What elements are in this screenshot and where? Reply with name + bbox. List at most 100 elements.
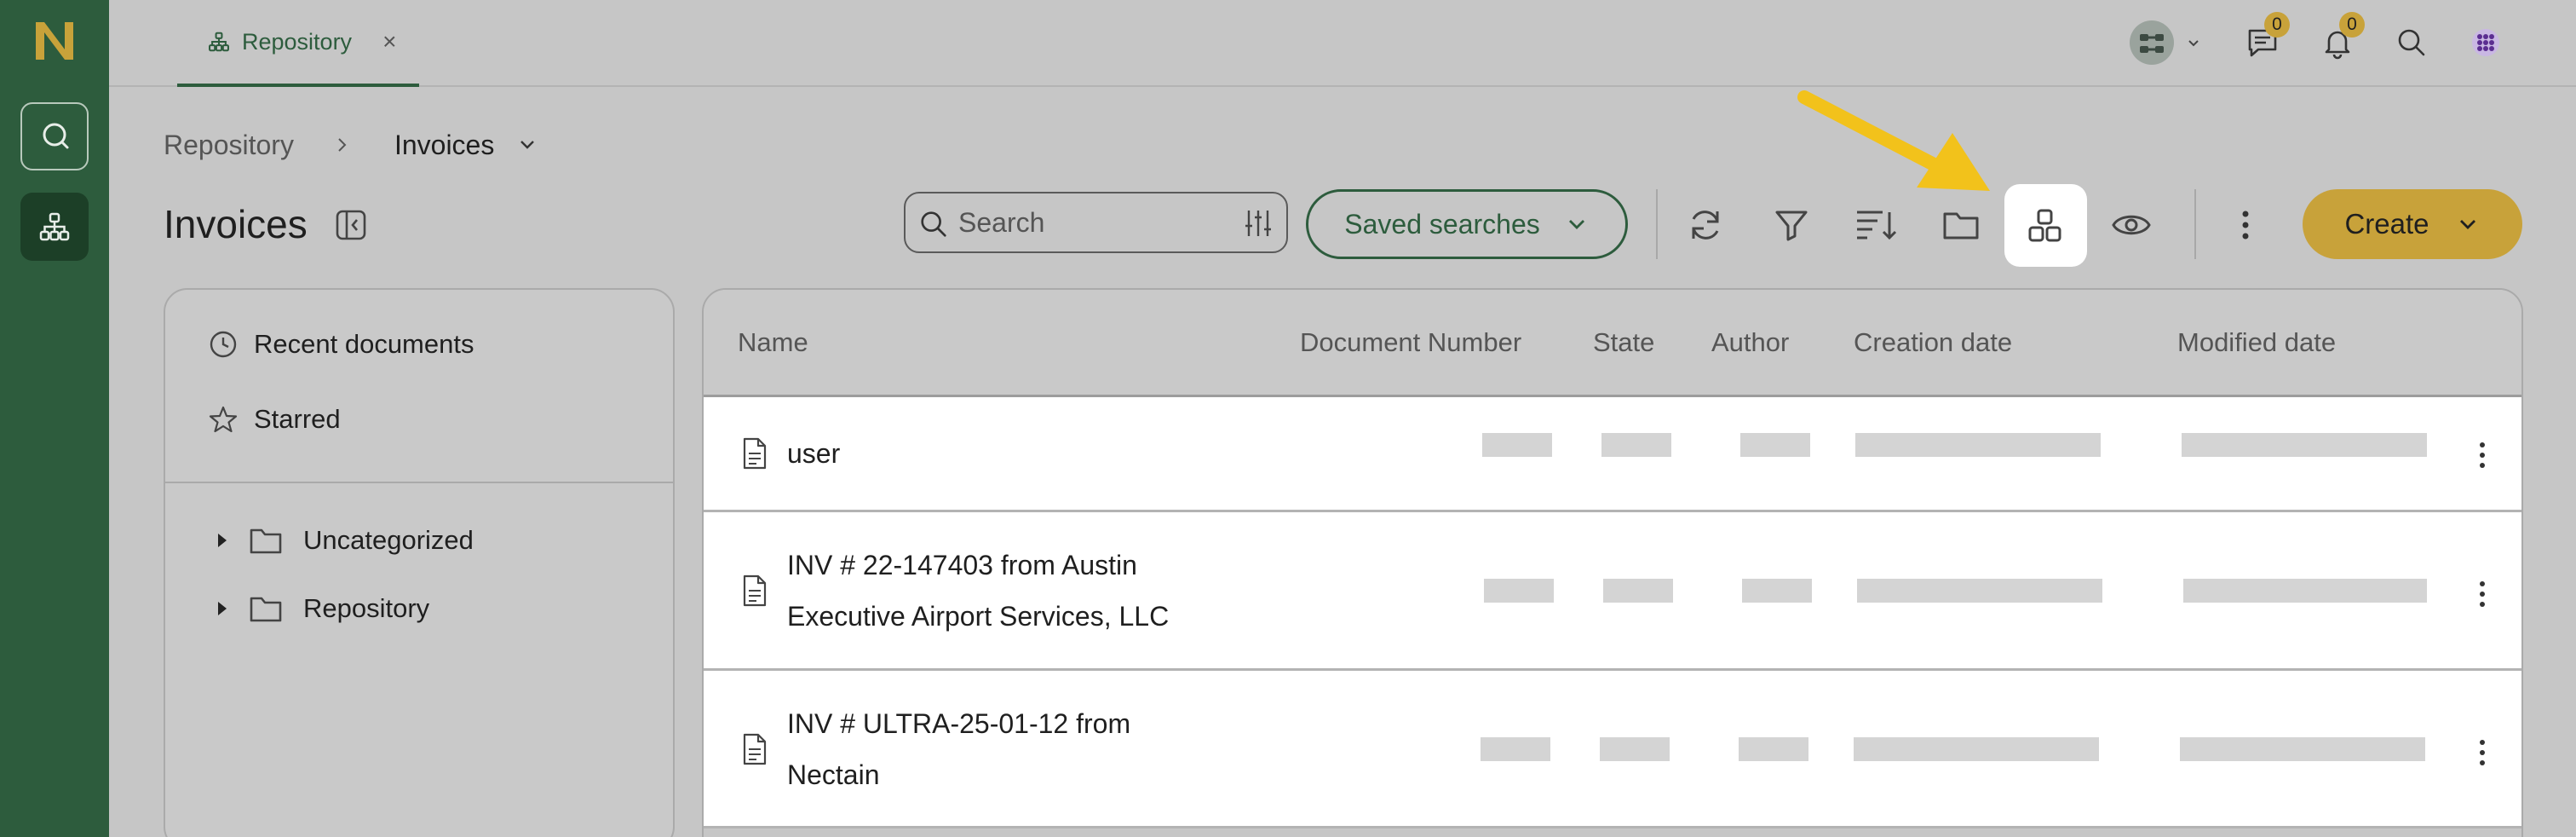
layout-button[interactable] bbox=[2004, 184, 2087, 267]
rail-repository-button[interactable] bbox=[20, 193, 89, 261]
navigation-panel: Recent documents Starred Uncategorized R… bbox=[164, 288, 675, 837]
star-icon bbox=[209, 406, 238, 433]
chevron-right-icon bbox=[338, 138, 347, 152]
table-row[interactable]: INV # 22-147403 from Austin Executive Ai… bbox=[704, 512, 2521, 671]
search-input[interactable]: Search bbox=[904, 192, 1288, 253]
preview-button[interactable] bbox=[2104, 198, 2159, 252]
filter-button[interactable] bbox=[1764, 198, 1819, 252]
column-header-document-number[interactable]: Document Number bbox=[1300, 327, 1521, 358]
loading-placeholder bbox=[2182, 433, 2427, 457]
more-actions-button[interactable] bbox=[2218, 198, 2273, 252]
tree-item-uncategorized[interactable]: Uncategorized bbox=[216, 525, 474, 556]
tree-item-label: Uncategorized bbox=[303, 525, 474, 555]
toolbar-divider bbox=[1656, 189, 1658, 259]
loading-placeholder bbox=[1600, 737, 1670, 761]
refresh-icon bbox=[1692, 211, 1719, 240]
loading-placeholder bbox=[1603, 579, 1673, 603]
app-logo[interactable] bbox=[31, 17, 78, 65]
table-row[interactable]: user bbox=[704, 397, 2521, 512]
table-header: Name Document Number State Author Creati… bbox=[704, 290, 2521, 397]
annotation-arrow bbox=[1797, 90, 1990, 191]
saved-searches-button[interactable]: Saved searches bbox=[1306, 189, 1628, 259]
search-placeholder: Search bbox=[958, 206, 1045, 238]
breadcrumb-root[interactable]: Repository bbox=[164, 130, 294, 161]
user-menu-button[interactable] bbox=[2129, 20, 2205, 65]
collapse-panel-icon[interactable] bbox=[334, 208, 368, 242]
close-icon[interactable]: × bbox=[382, 28, 396, 55]
chevron-down-icon[interactable] bbox=[516, 134, 538, 156]
column-header-name[interactable]: Name bbox=[738, 327, 808, 358]
folder-icon bbox=[1943, 212, 1979, 240]
loading-placeholder bbox=[1740, 433, 1810, 457]
avatar-icon bbox=[2130, 20, 2174, 65]
recent-documents-link[interactable]: Recent documents bbox=[208, 329, 474, 360]
loading-placeholder bbox=[1854, 737, 2099, 761]
breadcrumb-current[interactable]: Invoices bbox=[394, 130, 494, 161]
documents-table: Name Document Number State Author Creati… bbox=[702, 288, 2523, 837]
row-name-line-2[interactable]: Executive Airport Services, LLC bbox=[787, 591, 1169, 642]
row-name-line-1[interactable]: INV # ULTRA-25-01-12 from bbox=[787, 698, 1130, 749]
filter-icon bbox=[1775, 211, 1808, 241]
tree-item-label: Repository bbox=[303, 593, 430, 623]
loading-placeholder bbox=[1482, 433, 1552, 457]
refresh-button[interactable] bbox=[1678, 198, 1733, 252]
notifications-button[interactable]: 0 bbox=[2315, 12, 2365, 65]
starred-link[interactable]: Starred bbox=[208, 404, 341, 435]
search-icon bbox=[921, 211, 946, 237]
saved-searches-label: Saved searches bbox=[1344, 208, 1540, 240]
document-icon bbox=[743, 437, 767, 470]
more-vertical-icon[interactable] bbox=[2477, 737, 2487, 768]
breadcrumb: Repository Invoices bbox=[164, 128, 538, 162]
grid-dots-icon bbox=[2472, 29, 2499, 56]
column-header-creation-date[interactable]: Creation date bbox=[1854, 327, 2012, 358]
nav-rail bbox=[0, 0, 109, 837]
panel-divider bbox=[165, 482, 673, 483]
chevron-down-icon bbox=[2459, 220, 2475, 229]
loading-placeholder bbox=[1481, 737, 1550, 761]
chevron-down-icon bbox=[2188, 40, 2199, 47]
row-name-line-1[interactable]: INV # 22-147403 from Austin bbox=[787, 540, 1137, 591]
clock-icon bbox=[210, 331, 237, 358]
loading-placeholder bbox=[1739, 737, 1808, 761]
starred-label: Starred bbox=[254, 404, 341, 434]
messages-badge: 0 bbox=[2264, 12, 2290, 38]
loading-placeholder bbox=[1857, 579, 2102, 603]
caret-right-icon[interactable] bbox=[216, 600, 228, 617]
tree-item-repository[interactable]: Repository bbox=[216, 593, 429, 624]
messages-button[interactable]: 0 bbox=[2240, 12, 2290, 65]
sliders-icon[interactable] bbox=[1242, 207, 1274, 240]
apps-button[interactable] bbox=[2464, 20, 2508, 65]
folder-icon bbox=[250, 597, 282, 622]
table-row[interactable]: INV # ULTRA-25-01-12 from Nectain bbox=[704, 671, 2521, 828]
more-vertical-icon[interactable] bbox=[2477, 579, 2487, 609]
loading-placeholder bbox=[2183, 579, 2427, 603]
tab-label: Repository bbox=[242, 28, 353, 55]
tab-repository[interactable]: Repository × bbox=[177, 0, 419, 87]
loading-placeholder bbox=[1742, 579, 1812, 603]
folder-icon bbox=[250, 528, 282, 554]
document-icon bbox=[743, 733, 767, 765]
loading-placeholder bbox=[1855, 433, 2101, 457]
loading-placeholder bbox=[2180, 737, 2425, 761]
row-name[interactable]: user bbox=[787, 428, 840, 479]
create-button[interactable]: Create bbox=[2303, 189, 2522, 259]
rail-search-button[interactable] bbox=[20, 102, 89, 170]
row-name-line-2[interactable]: Nectain bbox=[787, 749, 880, 800]
top-bar: Repository × 0 0 bbox=[109, 0, 2576, 87]
column-header-modified-date[interactable]: Modified date bbox=[2177, 327, 2336, 358]
toolbar-divider bbox=[2194, 189, 2196, 259]
global-search-button[interactable] bbox=[2389, 20, 2434, 65]
column-header-author[interactable]: Author bbox=[1711, 327, 1789, 358]
hierarchy-icon bbox=[209, 32, 229, 52]
loading-placeholder bbox=[1601, 433, 1671, 457]
create-label: Create bbox=[2344, 208, 2429, 240]
caret-right-icon[interactable] bbox=[216, 532, 228, 549]
more-vertical-icon[interactable] bbox=[2477, 440, 2487, 470]
sort-button[interactable] bbox=[1849, 198, 1903, 252]
chevron-down-icon bbox=[1568, 220, 1584, 229]
column-header-state[interactable]: State bbox=[1593, 327, 1654, 358]
more-vertical-icon bbox=[2242, 211, 2249, 240]
layout-icon bbox=[2028, 209, 2061, 241]
folder-view-button[interactable] bbox=[1934, 198, 1988, 252]
eye-icon bbox=[2112, 215, 2151, 235]
